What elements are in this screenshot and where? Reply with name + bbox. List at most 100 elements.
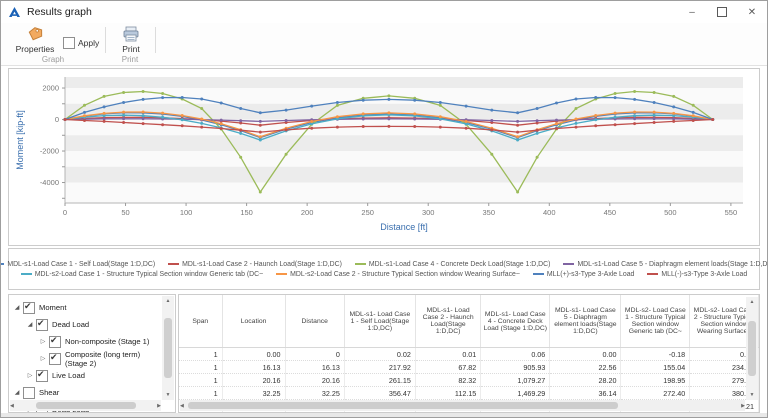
scroll-right-icon[interactable]: ▶ xyxy=(741,401,745,411)
series-marker xyxy=(142,114,145,117)
table-row[interactable]: 116.1316.13217.9267.82905.9322.56155.042… xyxy=(179,361,759,374)
moment-chart-panel: 20000-2000-40000501001502002503003504004… xyxy=(8,68,760,246)
tree-item-shear[interactable]: ◢Shear xyxy=(13,384,161,401)
table-hscrollbar-thumb[interactable] xyxy=(188,402,618,409)
series-marker xyxy=(692,111,695,114)
series-marker xyxy=(259,191,262,194)
plot-band xyxy=(65,88,743,104)
apply-checkbox[interactable]: Apply xyxy=(63,37,99,49)
tree-item-live-load[interactable]: ▷Live Load xyxy=(13,367,161,384)
column-header[interactable]: MDL-s2- Load Case 1 - Structure Typical … xyxy=(621,295,690,348)
moment-line-chart[interactable]: 20000-2000-40000501001502002503003504004… xyxy=(9,69,757,243)
column-header[interactable]: Location xyxy=(222,295,285,348)
expander-collapsed-icon[interactable]: ▷ xyxy=(26,372,34,379)
series-marker xyxy=(692,114,695,117)
series-marker xyxy=(387,117,390,120)
series-marker xyxy=(239,156,242,159)
scroll-left-icon[interactable]: ◀ xyxy=(10,401,14,411)
series-marker xyxy=(575,98,578,101)
series-marker xyxy=(672,95,675,98)
series-marker xyxy=(594,118,597,121)
table-horizontal-scrollbar[interactable]: ◀ ▶ xyxy=(180,400,745,411)
expander-collapsed-icon[interactable]: ▷ xyxy=(39,355,47,362)
properties-button[interactable]: Properties xyxy=(11,26,59,54)
scroll-down-icon[interactable]: ▼ xyxy=(750,390,755,400)
column-header[interactable]: Span xyxy=(179,295,222,348)
apply-checkbox-box[interactable] xyxy=(63,37,75,49)
series-marker xyxy=(516,191,519,194)
table-cell: 1,469.29 xyxy=(481,387,550,400)
expander-expanded-icon[interactable]: ◢ xyxy=(13,389,21,396)
series-marker xyxy=(362,99,365,102)
print-button[interactable]: Print xyxy=(113,26,149,54)
tree-checkbox[interactable] xyxy=(23,387,35,399)
series-marker xyxy=(161,96,164,99)
column-header[interactable]: MDL-s1- Load Case 2 - Haunch Load(Stage … xyxy=(415,295,480,348)
series-marker xyxy=(653,111,656,114)
scroll-right-icon[interactable]: ▶ xyxy=(157,401,161,411)
series-marker xyxy=(83,104,86,107)
tree-checkbox[interactable] xyxy=(23,302,35,314)
tree-checkbox[interactable] xyxy=(49,353,61,365)
column-header[interactable]: MDL-s1- Load Case 4 - Concrete Deck Load… xyxy=(481,295,550,348)
legend-item: MLL(-)-s3-Type 3-Axle Load xyxy=(647,271,747,278)
series-marker xyxy=(575,118,578,121)
tree-item-non-composite-stage-1[interactable]: ▷Non-composite (Stage 1) xyxy=(13,333,161,350)
x-tick-label: 50 xyxy=(121,208,129,217)
series-marker xyxy=(64,118,67,121)
series-marker xyxy=(633,122,636,125)
table-row[interactable]: 132.2532.25356.47112.151,469.2936.14272.… xyxy=(179,387,759,400)
table-row[interactable]: 10.0000.020.010.060.00-0.180.00 xyxy=(179,348,759,361)
tree-item-composite-long-term-stage-2[interactable]: ▷ Composite (long term) (Stage 2) xyxy=(13,350,161,367)
x-tick-label: 550 xyxy=(725,208,738,217)
tree-item-moment[interactable]: ◢Moment xyxy=(13,299,161,316)
column-header[interactable]: Distance xyxy=(285,295,344,348)
series-marker xyxy=(594,124,597,127)
series-marker xyxy=(220,127,223,130)
table-cell: 356.47 xyxy=(344,387,415,400)
tree-checkbox[interactable] xyxy=(49,336,61,348)
series-marker xyxy=(594,96,597,99)
maximize-button[interactable] xyxy=(707,1,737,23)
tree-hscrollbar-thumb[interactable] xyxy=(36,402,136,409)
table-vertical-scrollbar[interactable]: ▲ ▼ xyxy=(746,297,758,400)
series-marker xyxy=(122,121,125,124)
legend-color-dash xyxy=(533,273,544,275)
tree-item-dead-load[interactable]: ◢Dead Load xyxy=(13,316,161,333)
window-bottom-edge xyxy=(1,413,767,417)
tree-horizontal-scrollbar[interactable]: ◀ ▶ xyxy=(10,400,161,411)
scroll-up-icon[interactable]: ▲ xyxy=(750,297,755,307)
scroll-up-icon[interactable]: ▲ xyxy=(166,296,171,306)
legend-item: MDL-s1-Load Case 2 - Haunch Load(Stage 1… xyxy=(168,261,342,268)
expander-expanded-icon[interactable]: ◢ xyxy=(26,321,34,328)
series-marker xyxy=(465,105,468,108)
series-marker xyxy=(220,119,223,122)
series-marker xyxy=(362,112,365,115)
series-marker xyxy=(83,119,86,122)
close-button[interactable]: ✕ xyxy=(737,1,767,23)
tree-checkbox[interactable] xyxy=(36,370,48,382)
series-marker xyxy=(672,112,675,115)
series-marker xyxy=(614,92,617,95)
legend-item: MDL-s1-Load Case 1 - Self Load(Stage 1:D… xyxy=(0,261,155,268)
print-label: Print xyxy=(122,44,139,54)
legend-row: MDL-s1-Load Case 1 - Self Load(Stage 1:D… xyxy=(0,261,768,268)
column-header[interactable]: MDL-s1- Load Case 1 - Self Load(Stage 1:… xyxy=(344,295,415,348)
tree-vertical-scrollbar[interactable]: ▲ ▼ xyxy=(162,296,174,400)
tree-item-label: Composite (long term) (Stage 2) xyxy=(65,350,161,368)
expander-collapsed-icon[interactable]: ▷ xyxy=(39,338,47,345)
series-marker xyxy=(259,131,262,134)
tree-checkbox[interactable] xyxy=(36,319,48,331)
table-row[interactable]: 120.1620.16261.1582.321,079.2728.20198.9… xyxy=(179,374,759,387)
expander-expanded-icon[interactable]: ◢ xyxy=(13,304,21,311)
scroll-left-icon[interactable]: ◀ xyxy=(180,401,184,411)
minimize-button[interactable]: – xyxy=(677,1,707,23)
series-marker xyxy=(142,111,145,114)
series-marker xyxy=(614,116,617,119)
column-header[interactable]: MDL-s1- Load Case 5 - Diaphragm element … xyxy=(550,295,621,348)
tree-scrollbar-thumb[interactable] xyxy=(164,318,172,378)
table-scrollbar-thumb[interactable] xyxy=(748,321,756,376)
x-tick-label: 150 xyxy=(240,208,253,217)
scroll-down-icon[interactable]: ▼ xyxy=(166,390,171,400)
series-marker xyxy=(653,117,656,120)
